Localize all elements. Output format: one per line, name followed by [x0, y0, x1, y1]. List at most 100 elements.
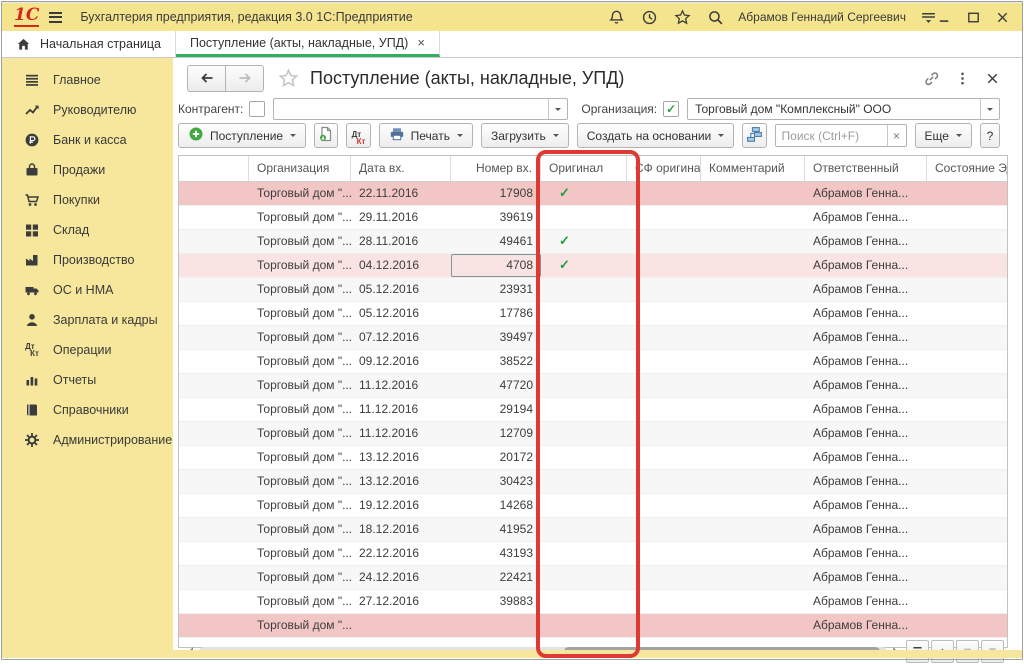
organization-field[interactable]: Торговый дом "Комплексный" ООО	[687, 98, 1000, 120]
column-header-1[interactable]: Организация	[249, 156, 351, 181]
more-menu-icon[interactable]	[955, 70, 970, 87]
load-button[interactable]: Загрузить	[481, 123, 569, 148]
tab-home[interactable]: Начальная страница	[2, 31, 176, 57]
main-menu-icon[interactable]	[49, 12, 62, 23]
print-button[interactable]: Печать	[379, 123, 473, 148]
table-row[interactable]: Торговый дом "...27.12.201639883Абрамов …	[179, 590, 1007, 614]
column-header-0[interactable]	[179, 156, 249, 181]
cell: 39619	[451, 206, 541, 229]
counterparty-field[interactable]	[273, 98, 568, 120]
cell	[541, 446, 627, 469]
counterparty-checkbox[interactable]	[249, 101, 265, 117]
cell: 05.12.2016	[351, 302, 451, 325]
more-button[interactable]: Еще	[915, 123, 972, 148]
table-row[interactable]: Торговый дом "...05.12.201617786Абрамов …	[179, 302, 1007, 326]
table-row[interactable]: Торговый дом "...22.12.201643193Абрамов …	[179, 542, 1007, 566]
sidebar-item-7[interactable]: Производство	[2, 245, 173, 275]
table-row[interactable]: Торговый дом "...Абрамов Генна...	[179, 614, 1007, 638]
column-header-3[interactable]: Номер вх.	[451, 156, 541, 181]
edo-structure-button[interactable]	[742, 123, 766, 148]
table-row[interactable]: Торговый дом "...11.12.201647720Абрамов …	[179, 374, 1007, 398]
column-header-2[interactable]: Дата вх.	[351, 156, 451, 181]
notifications-icon[interactable]	[608, 9, 625, 26]
sidebar-item-5[interactable]: Покупки	[2, 185, 173, 215]
table-row[interactable]: Торговый дом "...28.11.201649461✓Абрамов…	[179, 230, 1007, 254]
cell: 22421	[451, 566, 541, 589]
cell: Абрамов Генна...	[805, 326, 927, 349]
table-row[interactable]: Торговый дом "...11.12.201612709Абрамов …	[179, 422, 1007, 446]
sidebar-item-8[interactable]: ОС и НМА	[2, 275, 173, 305]
sidebar-item-12[interactable]: Справочники	[2, 395, 173, 425]
help-button[interactable]: ?	[980, 123, 1000, 148]
table-row[interactable]: Торговый дом "...24.12.201622421Абрамов …	[179, 566, 1007, 590]
maximize-button[interactable]	[966, 10, 981, 25]
link-icon[interactable]	[923, 70, 940, 87]
back-button[interactable]	[187, 65, 226, 92]
receipt-button[interactable]: Поступление	[178, 123, 306, 148]
column-header-6[interactable]: Комментарий	[701, 156, 805, 181]
cell	[179, 590, 249, 613]
column-header-5[interactable]: СФ оригинал	[627, 156, 701, 181]
column-header-7[interactable]: Ответственный	[805, 156, 927, 181]
cell	[627, 446, 701, 469]
table-row[interactable]: Торговый дом "...19.12.201614268Абрамов …	[179, 494, 1007, 518]
sidebar-item-9[interactable]: Зарплата и кадры	[2, 305, 173, 335]
table-row[interactable]: Торговый дом "...09.12.201638522Абрамов …	[179, 350, 1007, 374]
cell: 38522	[451, 350, 541, 373]
organization-checkbox[interactable]: ✓	[663, 101, 679, 117]
sidebar-item-13[interactable]: Администрирование	[2, 425, 173, 455]
tab-document[interactable]: Поступление (акты, накладные, УПД) ×	[176, 31, 440, 57]
service-menu-icon[interactable]	[920, 9, 937, 26]
sidebar-item-11[interactable]: Отчеты	[2, 365, 173, 395]
forward-button[interactable]	[226, 65, 264, 92]
create-based-on-button[interactable]: Создать на основании	[577, 123, 735, 148]
column-header-8[interactable]: Состояние ЭДО	[927, 156, 1007, 181]
close-button[interactable]	[995, 10, 1010, 25]
sidebar-item-6[interactable]: Склад	[2, 215, 173, 245]
sidebar-item-10[interactable]: ДтКтОперации	[2, 335, 173, 365]
window-bottom-strip	[2, 650, 1022, 658]
cell: 20172	[451, 446, 541, 469]
cell	[179, 446, 249, 469]
dropdown-caret-icon	[290, 134, 296, 140]
cell: Торговый дом "...	[249, 182, 351, 205]
close-form-icon[interactable]	[985, 71, 1000, 86]
tab-close-icon[interactable]: ×	[417, 36, 425, 49]
search-box: ×	[775, 124, 907, 147]
table-row[interactable]: Торговый дом "...13.12.201630423Абрамов …	[179, 470, 1007, 494]
favorite-star-icon[interactable]	[278, 68, 299, 89]
table-row[interactable]: Торговый дом "...04.12.20164708✓Абрамов …	[179, 254, 1007, 278]
table-row[interactable]: Торговый дом "...18.12.201641952Абрамов …	[179, 518, 1007, 542]
table-row[interactable]: Торговый дом "...05.12.201623931Абрамов …	[179, 278, 1007, 302]
table-row[interactable]: Торговый дом "...11.12.201629194Абрамов …	[179, 398, 1007, 422]
cell	[541, 206, 627, 229]
cell	[627, 398, 701, 421]
sidebar-item-4[interactable]: Продажи	[2, 155, 173, 185]
organization-dropdown-button[interactable]	[980, 99, 999, 119]
minimize-button[interactable]	[937, 10, 952, 25]
global-search-icon[interactable]	[707, 9, 724, 26]
cell	[451, 614, 541, 637]
cell	[627, 350, 701, 373]
cell: Абрамов Генна...	[805, 374, 927, 397]
column-header-4[interactable]: Оригинал	[541, 156, 627, 181]
sidebar-item-1[interactable]: Главное	[2, 65, 173, 95]
history-icon[interactable]	[641, 9, 658, 26]
counterparty-dropdown-button[interactable]	[548, 99, 567, 119]
user-name[interactable]: Абрамов Геннадий Сергеевич	[738, 10, 906, 24]
cell	[627, 302, 701, 325]
sidebar-item-2[interactable]: Руководителю	[2, 95, 173, 125]
table-row[interactable]: Торговый дом "...07.12.201639497Абрамов …	[179, 326, 1007, 350]
sidebar-item-3[interactable]: Банк и касса	[2, 125, 173, 155]
search-input[interactable]	[776, 129, 887, 143]
cell	[179, 398, 249, 421]
tab-label: Поступление (акты, накладные, УПД)	[190, 36, 408, 50]
table-row[interactable]: Торговый дом "...29.11.201639619Абрамов …	[179, 206, 1007, 230]
search-clear-button[interactable]: ×	[887, 125, 906, 146]
table-row[interactable]: Торговый дом "...22.11.201617908✓Абрамов…	[179, 182, 1007, 206]
show-postings-button[interactable]: ДтКт	[346, 123, 370, 148]
load-from-file-button[interactable]	[314, 123, 338, 148]
table-row[interactable]: Торговый дом "...13.12.201620172Абрамов …	[179, 446, 1007, 470]
cell	[701, 518, 805, 541]
favorites-icon[interactable]	[674, 9, 691, 26]
